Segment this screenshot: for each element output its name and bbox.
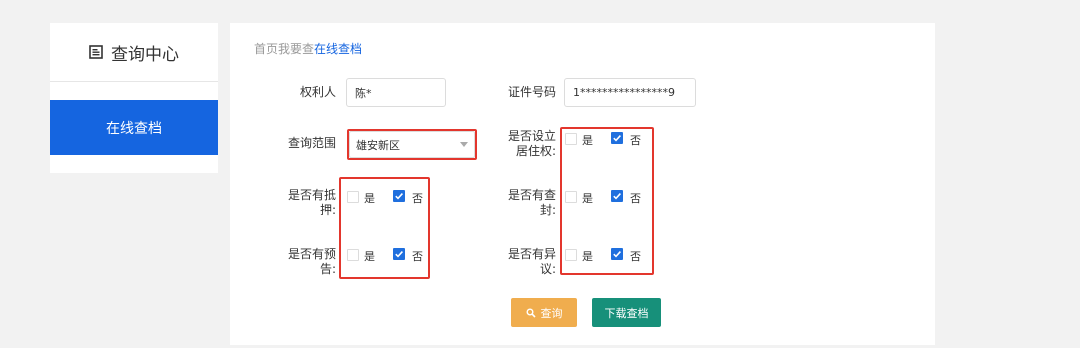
notice-yes-label: 是 bbox=[364, 250, 375, 263]
owner-input[interactable]: 陈* bbox=[346, 78, 446, 107]
download-button[interactable]: 下载查档 bbox=[592, 298, 661, 327]
residence-no-label: 否 bbox=[630, 134, 641, 147]
query-button[interactable]: 查询 bbox=[511, 298, 577, 327]
sidebar-item-online-query[interactable]: 在线查档 bbox=[50, 100, 218, 155]
objection-no-label: 否 bbox=[630, 250, 641, 263]
seizure-yes-checkbox[interactable] bbox=[565, 191, 577, 203]
residence-no-checkbox[interactable] bbox=[611, 132, 623, 144]
mortgage-label: 是否有抵 押: bbox=[276, 188, 336, 218]
id-number-input-value: 1****************9 bbox=[573, 86, 675, 99]
residence-label-line1: 是否设立 bbox=[507, 129, 556, 143]
sidebar: 查询中心 在线查档 bbox=[50, 23, 218, 173]
objection-yes-checkbox[interactable] bbox=[565, 249, 577, 261]
seizure-label-line2: 封: bbox=[539, 203, 556, 217]
notice-no-checkbox[interactable] bbox=[393, 248, 405, 260]
breadcrumb-current: 在线查档 bbox=[314, 42, 363, 56]
sidebar-item-label: 在线查档 bbox=[106, 120, 162, 137]
objection-label-line1: 是否有异 bbox=[507, 247, 556, 261]
scope-label: 查询范围 bbox=[287, 136, 336, 150]
checkmark-icon bbox=[613, 193, 621, 200]
seizure-label: 是否有查 封: bbox=[496, 188, 556, 218]
breadcrumb-middle[interactable]: 我要查 bbox=[278, 42, 314, 56]
scope-select[interactable]: 雄安新区 bbox=[349, 131, 475, 158]
checkmark-icon bbox=[613, 135, 621, 142]
notice-no-label: 否 bbox=[412, 250, 423, 263]
mortgage-no-checkbox[interactable] bbox=[393, 190, 405, 202]
sidebar-header: 查询中心 bbox=[50, 23, 218, 82]
seizure-no-checkbox[interactable] bbox=[611, 190, 623, 202]
objection-no-checkbox[interactable] bbox=[611, 248, 623, 260]
objection-label: 是否有异 议: bbox=[496, 247, 556, 277]
mortgage-yes-checkbox[interactable] bbox=[347, 191, 359, 203]
query-button-label: 查询 bbox=[540, 306, 563, 320]
main-panel: 首页我要查在线查档 权利人 陈* 证件号码 1****************9… bbox=[230, 23, 935, 345]
breadcrumb: 首页我要查在线查档 bbox=[254, 40, 362, 57]
objection-label-line2: 议: bbox=[539, 262, 556, 276]
checkmark-icon bbox=[395, 251, 403, 258]
download-button-label: 下载查档 bbox=[604, 306, 649, 320]
seizure-yes-label: 是 bbox=[582, 192, 593, 205]
search-icon bbox=[526, 308, 536, 318]
notice-label-line2: 告: bbox=[319, 262, 336, 276]
objection-yes-label: 是 bbox=[582, 250, 593, 263]
checkmark-icon bbox=[395, 193, 403, 200]
seizure-no-label: 否 bbox=[630, 192, 641, 205]
notice-yes-checkbox[interactable] bbox=[347, 249, 359, 261]
id-number-input[interactable]: 1****************9 bbox=[564, 78, 696, 107]
owner-input-value: 陈* bbox=[355, 86, 372, 100]
residence-label-line2: 居住权: bbox=[515, 144, 556, 158]
mortgage-yes-label: 是 bbox=[364, 192, 375, 205]
scope-select-value: 雄安新区 bbox=[356, 138, 400, 152]
seizure-label-line1: 是否有查 bbox=[507, 188, 556, 202]
mortgage-no-label: 否 bbox=[412, 192, 423, 205]
residence-yes-checkbox[interactable] bbox=[565, 133, 577, 145]
residence-yes-label: 是 bbox=[582, 134, 593, 147]
breadcrumb-home[interactable]: 首页 bbox=[254, 42, 278, 56]
owner-label: 权利人 bbox=[299, 85, 336, 99]
chevron-down-icon bbox=[460, 142, 468, 147]
checkmark-icon bbox=[613, 251, 621, 258]
residence-label: 是否设立 居住权: bbox=[496, 129, 556, 159]
mortgage-label-line2: 押: bbox=[319, 203, 336, 217]
notice-label-line1: 是否有预 bbox=[287, 247, 336, 261]
id-number-label: 证件号码 bbox=[507, 85, 556, 99]
sidebar-title: 查询中心 bbox=[111, 44, 179, 65]
document-list-icon bbox=[89, 45, 103, 59]
notice-label: 是否有预 告: bbox=[276, 247, 336, 277]
mortgage-label-line1: 是否有抵 bbox=[287, 188, 336, 202]
